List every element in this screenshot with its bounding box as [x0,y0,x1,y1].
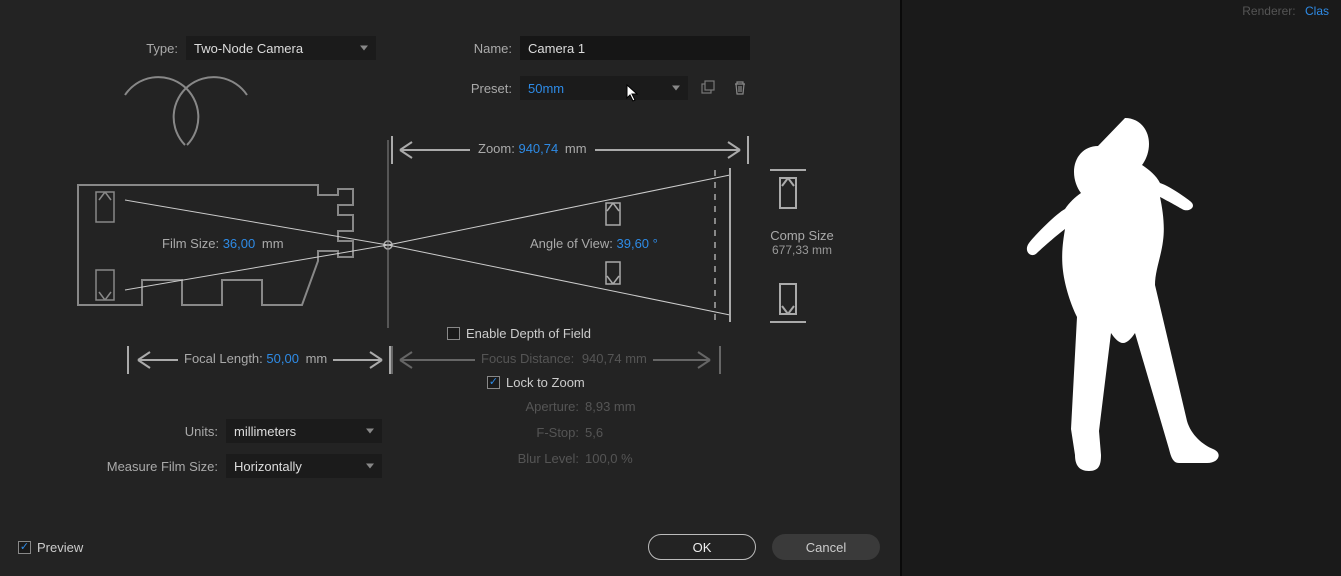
renderer-label: Renderer: [1242,4,1295,18]
fstop-value: 5,6 [585,425,603,440]
enable-dof-label: Enable Depth of Field [466,326,591,341]
comp-size-label: Comp Size [762,228,842,243]
angle-label: Angle of View: [530,236,613,251]
aperture-value: 8,93 mm [585,399,636,414]
preview-checkbox[interactable] [18,541,31,554]
name-input[interactable]: Camera 1 [520,36,750,60]
camera-diagram: Zoom: 940,74 mm Film Size: 36,00 mm Angl… [70,80,830,330]
camera-settings-dialog: Type: Two-Node Camera Name: Camera 1 Pre… [0,0,900,576]
lock-zoom-checkbox[interactable] [487,376,500,389]
measure-select[interactable]: Horizontally [226,454,382,478]
lock-zoom-label: Lock to Zoom [506,375,585,390]
focal-length-value[interactable]: 50,00 [266,351,299,366]
chevron-down-icon [366,464,374,469]
ok-button[interactable]: OK [648,534,756,560]
focus-distance-label: Focus Distance: [481,351,574,366]
zoom-unit: mm [565,141,587,156]
measure-label: Measure Film Size: [98,459,218,474]
units-label: Units: [98,424,218,439]
zoom-value[interactable]: 940,74 [518,141,558,156]
units-select[interactable]: millimeters [226,419,382,443]
measure-value: Horizontally [234,459,302,474]
film-size-label: Film Size: [162,236,219,251]
type-value: Two-Node Camera [194,41,303,56]
film-size-unit: mm [262,236,284,251]
enable-dof-checkbox[interactable] [447,327,460,340]
type-label: Type: [118,41,178,56]
blur-label: Blur Level: [459,451,579,466]
focal-length-label: Focal Length: [184,351,263,366]
focus-distance-value: 940,74 mm [582,351,647,366]
chevron-down-icon [366,429,374,434]
film-size-value[interactable]: 36,00 [223,236,256,251]
chevron-down-icon [360,46,368,51]
zoom-label: Zoom: [478,141,515,156]
type-select[interactable]: Two-Node Camera [186,36,376,60]
cancel-button[interactable]: Cancel [772,534,880,560]
aperture-label: Aperture: [459,399,579,414]
units-value: millimeters [234,424,296,439]
angle-unit: ° [653,236,658,251]
fstop-label: F-Stop: [459,425,579,440]
name-value: Camera 1 [528,41,585,56]
preview-silhouette [1007,110,1237,503]
name-label: Name: [452,41,512,56]
blur-value: 100,0 % [585,451,633,466]
renderer-value[interactable]: Clas [1305,4,1329,18]
comp-size-value: 677,33 mm [762,243,842,257]
focal-length-unit: mm [306,351,328,366]
preview-label: Preview [37,540,83,555]
composition-preview: Renderer: Clas [900,0,1341,576]
angle-value[interactable]: 39,60 [617,236,650,251]
